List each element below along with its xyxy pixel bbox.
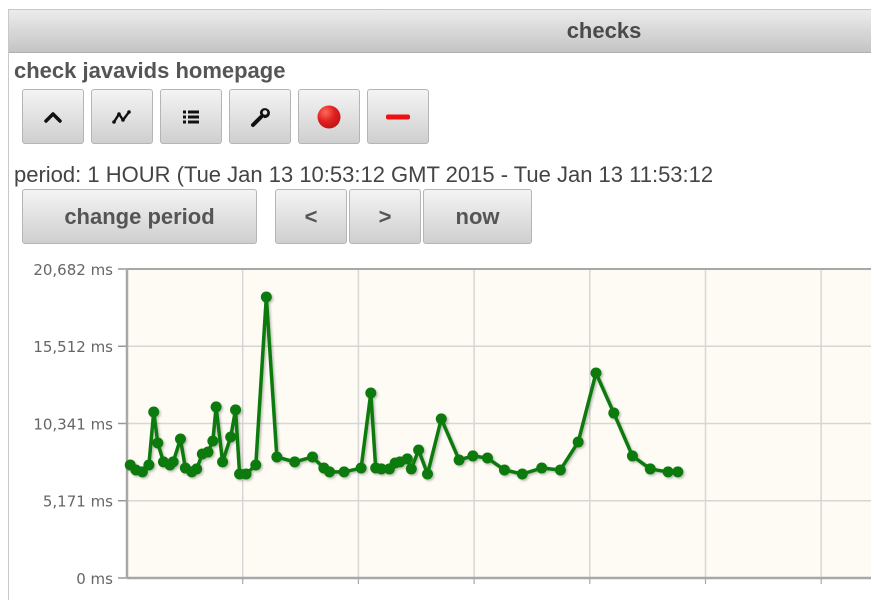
wrench-icon — [251, 107, 270, 127]
list-icon — [183, 110, 199, 123]
red-dot-icon — [317, 105, 341, 128]
period-text: period: 1 HOUR (Tue Jan 13 10:53:12 GMT … — [14, 162, 714, 187]
previous-period-button[interactable]: < — [275, 189, 347, 244]
status-button[interactable] — [298, 89, 360, 144]
settings-button[interactable] — [229, 89, 291, 144]
chevron-up-icon — [44, 111, 62, 123]
collapse-button[interactable] — [22, 89, 84, 144]
check-name: check javavids homepage — [14, 58, 286, 83]
minus-icon — [386, 114, 410, 119]
line-chart-icon — [112, 109, 131, 124]
change-period-button[interactable]: change period — [22, 189, 257, 244]
panel-titlebar: checks — [9, 10, 871, 53]
list-button[interactable] — [160, 89, 222, 144]
next-period-button[interactable]: > — [349, 189, 421, 244]
now-button[interactable]: now — [423, 189, 532, 244]
panel-title: checks — [566, 18, 642, 43]
chart-button[interactable] — [91, 89, 153, 144]
delete-button[interactable] — [367, 89, 429, 144]
